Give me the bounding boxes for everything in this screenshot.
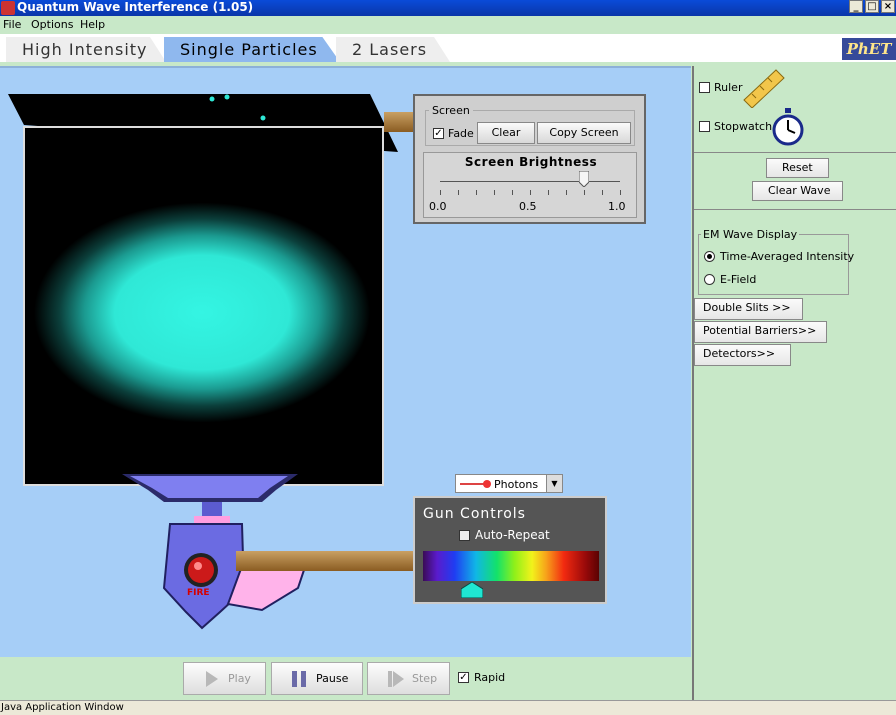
photon-icon (460, 480, 491, 488)
pause-icon (292, 671, 306, 687)
play-label: Play (228, 672, 251, 685)
radio-time-averaged-intensity[interactable] (704, 251, 715, 262)
menu-file[interactable]: File (3, 18, 21, 31)
minimize-button[interactable]: _ (849, 0, 863, 13)
auto-repeat-label: Auto-Repeat (475, 528, 550, 542)
java-app-icon (1, 1, 15, 15)
maximize-button[interactable]: □ (865, 0, 879, 13)
brightness-title: Screen Brightness (464, 155, 598, 169)
clear-wave-button[interactable]: Clear Wave (752, 181, 843, 201)
fade-checkbox[interactable]: ✓ (433, 128, 444, 139)
tab-bar: High Intensity Single Particles 2 Lasers (0, 34, 896, 62)
interference-pattern (27, 200, 377, 450)
clear-screen-button[interactable]: Clear (477, 122, 535, 144)
brightness-tick (530, 190, 531, 195)
detector-screen (23, 126, 384, 486)
brightness-tick (602, 190, 603, 195)
chevron-down-icon[interactable]: ▼ (546, 475, 562, 492)
auto-repeat-checkbox[interactable] (459, 530, 470, 541)
tick-label-max: 1.0 (608, 200, 626, 213)
brightness-tick (584, 190, 585, 195)
brightness-slider-track[interactable] (440, 181, 620, 182)
wavelength-spectrum-slider[interactable] (423, 551, 599, 581)
step-label: Step (412, 672, 438, 685)
pause-button[interactable]: Pause (271, 662, 363, 695)
play-button[interactable]: Play (183, 662, 266, 695)
brightness-tick (458, 190, 459, 195)
stopwatch-label: Stopwatch (714, 120, 773, 133)
wavelength-slider-thumb[interactable] (461, 582, 484, 598)
gun-support-rod (236, 551, 416, 571)
ruler-icon (743, 69, 785, 108)
menu-options[interactable]: Options (31, 18, 73, 31)
tab-2-lasers[interactable]: 2 Lasers (336, 37, 450, 62)
brightness-tick (566, 190, 567, 195)
detectors-button[interactable]: Detectors>> (694, 344, 791, 366)
gun-controls-title: Gun Controls (423, 506, 526, 522)
tick-label-min: 0.0 (429, 200, 447, 213)
brightness-tick (548, 190, 549, 195)
fire-button[interactable] (181, 553, 221, 593)
brightness-tick (512, 190, 513, 195)
potential-barriers-button[interactable]: Potential Barriers>> (694, 321, 827, 343)
brightness-slider-thumb[interactable] (579, 171, 589, 187)
screen-control-panel: Screen ✓ Fade Clear Copy Screen Screen B… (413, 94, 646, 224)
brightness-tick (440, 190, 441, 195)
stopwatch-icon (772, 108, 804, 146)
title-bar: Quantum Wave Interference (1.05) _ □ × (0, 0, 896, 16)
brightness-tick (620, 190, 621, 195)
tab-high-intensity[interactable]: High Intensity (6, 37, 166, 62)
menu-help[interactable]: Help (80, 18, 105, 31)
play-icon (206, 671, 218, 687)
step-button[interactable]: Step (367, 662, 450, 695)
control-panel: Ruler Stopwatch Reset Clear Wave EM Wave… (692, 66, 896, 700)
brightness-slider-panel: Screen Brightness 0.0 0.5 1.0 (423, 152, 637, 218)
close-button[interactable]: × (881, 0, 895, 13)
ruler-checkbox[interactable] (699, 82, 710, 93)
tab-single-particles[interactable]: Single Particles (164, 37, 340, 62)
brightness-tick (476, 190, 477, 195)
status-bar: Java Application Window (0, 700, 896, 715)
em-wave-display-title: EM Wave Display (701, 228, 800, 241)
phet-logo: PhET (842, 38, 896, 60)
gun-controls-panel: Gun Controls Auto-Repeat (413, 496, 607, 604)
stopwatch-checkbox[interactable] (699, 121, 710, 132)
radio-e-field-label: E-Field (720, 273, 757, 286)
ruler-label: Ruler (714, 81, 743, 94)
copy-screen-button[interactable]: Copy Screen (537, 122, 631, 144)
rapid-checkbox[interactable]: ✓ (458, 672, 469, 683)
menu-bar: File Options Help (0, 16, 896, 34)
particle-type-value: Photons (494, 478, 539, 491)
step-icon (388, 671, 404, 687)
screen-group-label: Screen (429, 104, 473, 117)
brightness-tick (494, 190, 495, 195)
pause-label: Pause (316, 672, 349, 685)
window-title: Quantum Wave Interference (1.05) (17, 0, 254, 14)
radio-time-averaged-intensity-label: Time-Averaged Intensity (720, 250, 855, 263)
particle-type-select[interactable]: Photons ▼ (455, 474, 563, 493)
double-slits-button[interactable]: Double Slits >> (694, 298, 803, 320)
fade-label: Fade (448, 127, 474, 140)
tick-label-mid: 0.5 (519, 200, 537, 213)
radio-e-field[interactable] (704, 274, 715, 285)
rapid-label: Rapid (474, 671, 506, 684)
reset-button[interactable]: Reset (766, 158, 829, 178)
